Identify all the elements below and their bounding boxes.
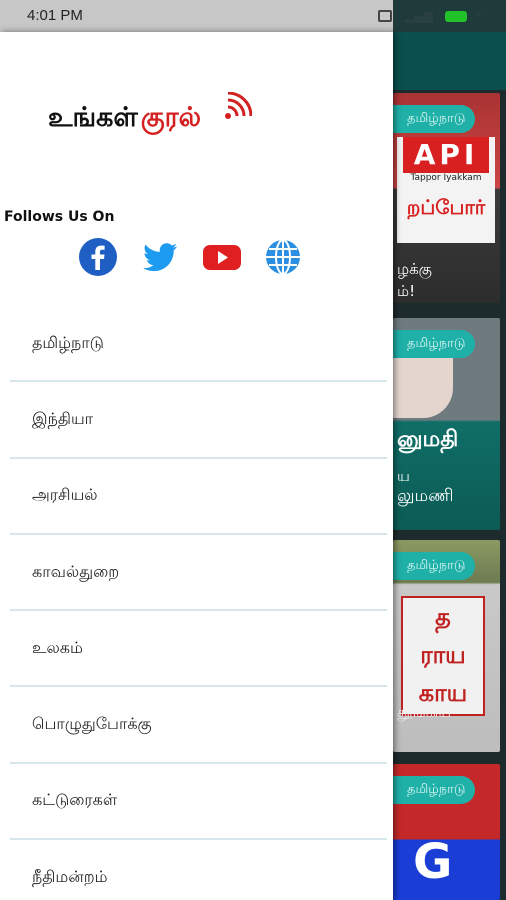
menu-item-court[interactable]: நீதிமன்றம் xyxy=(10,840,387,900)
sign-text: ராய xyxy=(420,641,466,669)
youtube-icon[interactable] xyxy=(202,237,242,277)
category-tag: தமிழ்நாடு xyxy=(393,776,476,804)
category-tag: தமிழ்நாடு xyxy=(393,105,476,133)
category-tag: தமிழ்நாடு xyxy=(393,330,476,358)
news-card-image: த ராய காய xyxy=(401,596,485,716)
menu-item-police[interactable]: காவல்துறை xyxy=(10,535,387,612)
charging-icon: ⚡ xyxy=(474,7,484,23)
website-globe-icon[interactable] xyxy=(263,237,303,277)
menu-item-entertainment[interactable]: பொழுதுபோக்கு xyxy=(10,687,387,764)
logo-word-1: உங்கள் xyxy=(48,101,138,133)
wifi-signal-icon xyxy=(225,92,252,119)
news-card-image: API Tappor Iyakkam றப்போர் xyxy=(397,137,495,243)
news-card-image xyxy=(393,348,453,418)
news-card-caption: லுமணி xyxy=(397,486,454,506)
menu-item-articles[interactable]: கட்டுரைகள் xyxy=(10,764,387,841)
news-card-caption: ம்! xyxy=(397,282,416,300)
category-menu: தமிழ்நாடு இந்தியா அரசியல் காவல்துறை உலகம… xyxy=(10,306,387,900)
status-time: 4:01 PM xyxy=(27,7,83,24)
notification-icon xyxy=(378,10,392,22)
twitter-icon[interactable] xyxy=(140,237,180,277)
menu-item-politics[interactable]: அரசியல் xyxy=(10,459,387,535)
menu-item-world[interactable]: உலகம் xyxy=(10,611,387,688)
logo-word-2: குரல் xyxy=(140,101,201,133)
signal-icon: ▂▄▆ xyxy=(405,9,433,23)
facebook-icon[interactable] xyxy=(78,237,118,277)
status-bar: 4:01 PM ▂▄▆ ⚡ xyxy=(0,0,506,32)
navigation-drawer: உங்கள் குரல் Follows Us On தமிழ்நாடு இந்… xyxy=(0,32,393,900)
sign-text: த xyxy=(435,603,451,631)
poster-tamil-text: றப்போர் xyxy=(406,195,486,219)
category-tag: தமிழ்நாடு xyxy=(393,552,476,580)
follow-us-label: Follows Us On xyxy=(4,209,115,225)
battery-icon xyxy=(445,11,467,22)
news-card[interactable]: த ராய காய தமிழ்நாடு தூங்கிய xyxy=(393,540,500,752)
news-card-caption: தூங்கிய xyxy=(397,703,452,721)
poster-title: API xyxy=(403,137,489,173)
menu-item-tamilnadu[interactable]: தமிழ்நாடு xyxy=(10,306,387,383)
app-logo[interactable]: உங்கள் குரல் xyxy=(22,84,278,154)
news-card[interactable]: API Tappor Iyakkam றப்போர் தமிழ்நாடு ழக்… xyxy=(393,93,500,303)
news-card[interactable]: தமிழ்நாடு னுமதி ய லுமணி xyxy=(393,318,500,530)
menu-item-india[interactable]: இந்தியா xyxy=(10,382,387,459)
news-card-caption: னுமதி xyxy=(397,427,459,452)
poster-subtitle: Tappor Iyakkam xyxy=(410,173,482,183)
news-card[interactable]: தமிழ்நாடு G xyxy=(393,764,500,900)
news-card-caption: ழக்கு xyxy=(397,260,432,278)
news-card-image-text: G xyxy=(413,834,453,890)
